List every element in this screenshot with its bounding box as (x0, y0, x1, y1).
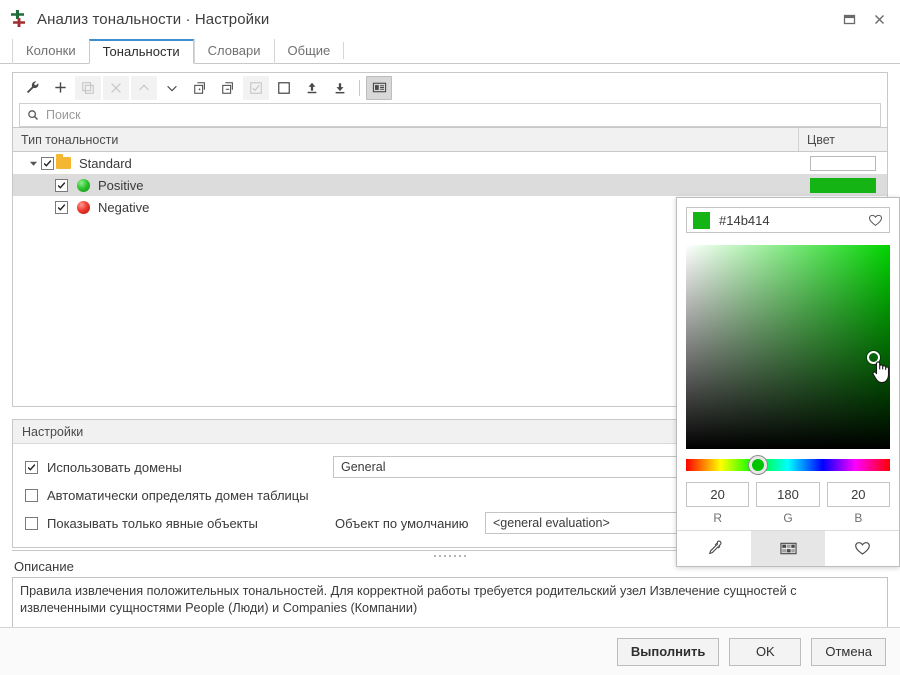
search-input[interactable]: Поиск (19, 102, 881, 127)
color-swatch-empty[interactable] (810, 155, 876, 171)
color-hex-row: #14b414 (677, 198, 899, 233)
upload-icon[interactable] (299, 76, 325, 100)
column-header-type[interactable]: Тип тональности (13, 128, 799, 151)
wrench-icon[interactable] (19, 76, 45, 100)
card-view-icon[interactable] (366, 75, 392, 100)
blue-input[interactable]: 20 (826, 482, 890, 507)
default-object-label: Объект по умолчанию (335, 515, 469, 531)
sentiment-analysis-icon (9, 9, 29, 29)
row-color-cell[interactable] (799, 152, 887, 174)
color-hex-field[interactable]: #14b414 (686, 207, 890, 233)
hue-slider[interactable] (686, 456, 890, 474)
duplicate-add-icon[interactable] (187, 76, 213, 100)
blue-label: B (854, 511, 863, 525)
auto-detect-checkbox[interactable] (25, 488, 38, 502)
chevron-up-icon (131, 75, 157, 100)
delete-x-icon (103, 75, 129, 100)
picker-tabs (677, 530, 899, 566)
tab-obshchie[interactable]: Общие (273, 39, 344, 64)
color-picker-popup[interactable]: #14b414 20 R 180 G 20 B (676, 197, 900, 567)
chevron-down-icon[interactable] (25, 159, 41, 168)
explicit-only-checkbox[interactable] (25, 516, 38, 530)
heart-icon[interactable] (868, 213, 883, 228)
auto-detect-label: Автоматически определять домен таблицы (47, 487, 309, 503)
maximize-icon[interactable] (834, 4, 864, 34)
row-checkbox[interactable] (41, 156, 54, 170)
column-header-color[interactable]: Цвет (799, 128, 887, 151)
use-domains-label: Использовать домены (47, 459, 182, 475)
close-icon[interactable] (864, 4, 894, 34)
current-color-chip (693, 211, 710, 229)
dialog-footer: Выполнить OK Отмена (0, 627, 900, 675)
row-label: Negative (98, 199, 150, 215)
tab-kolonki[interactable]: Колонки (12, 39, 89, 64)
row-checkbox[interactable] (55, 178, 68, 192)
red-label: R (713, 511, 722, 525)
tab-bar: Колонки Тональности Словари Общие (0, 38, 900, 64)
row-color-cell[interactable] (799, 174, 887, 196)
hue-slider-handle[interactable] (749, 456, 767, 474)
tonality-toolbar (12, 72, 888, 102)
table-header: Тип тональности Цвет (12, 128, 888, 152)
color-swatch-green[interactable] (810, 177, 876, 193)
chevron-down-icon[interactable] (159, 76, 185, 100)
red-input[interactable]: 20 (686, 482, 750, 507)
window-controls (834, 0, 894, 38)
search-icon (28, 109, 39, 120)
search-row: Поиск (12, 102, 888, 128)
splitter-grip[interactable] (434, 555, 466, 557)
cancel-button[interactable]: Отмена (811, 637, 886, 666)
plus-icon[interactable] (47, 76, 73, 100)
search-placeholder: Поиск (46, 107, 81, 122)
row-label: Positive (98, 177, 144, 193)
row-label: Standard (79, 155, 132, 171)
tab-tonalnosti[interactable]: Тональности (88, 39, 194, 64)
window-title: Анализ тональности · Настройки (37, 10, 270, 28)
green-input[interactable]: 180 (756, 482, 820, 507)
run-button[interactable]: Выполнить (616, 637, 720, 666)
row-checkbox[interactable] (55, 200, 68, 214)
toolbar-separator (359, 79, 360, 96)
rgb-inputs: 20 R 180 G 20 B (677, 471, 899, 525)
use-domains-checkbox[interactable] (25, 460, 38, 474)
red-dot-icon (77, 200, 90, 214)
saturation-value-area[interactable] (686, 245, 890, 449)
green-label: G (783, 511, 793, 525)
table-row[interactable]: Positive (13, 174, 887, 196)
tab-slovari[interactable]: Словари (193, 39, 274, 64)
explicit-only-label: Показывать только явные объекты (47, 515, 258, 531)
checkbox-checked-icon (243, 75, 269, 100)
folder-icon (56, 154, 71, 169)
eyedropper-icon[interactable] (677, 531, 751, 566)
hand-cursor (872, 361, 890, 384)
palette-grid-icon[interactable] (751, 531, 825, 566)
green-dot-icon (77, 178, 90, 192)
download-icon[interactable] (327, 76, 353, 100)
color-hex-value: #14b414 (719, 212, 770, 228)
copy-icon (75, 75, 101, 100)
tab-filler (343, 42, 900, 59)
title-bar: Анализ тональности · Настройки (0, 0, 900, 38)
duplicate-remove-icon[interactable] (215, 76, 241, 100)
ok-button[interactable]: OK (729, 637, 802, 666)
table-row[interactable]: Standard (13, 152, 887, 174)
heart-icon[interactable] (825, 531, 899, 566)
checkbox-empty-icon[interactable] (271, 76, 297, 100)
